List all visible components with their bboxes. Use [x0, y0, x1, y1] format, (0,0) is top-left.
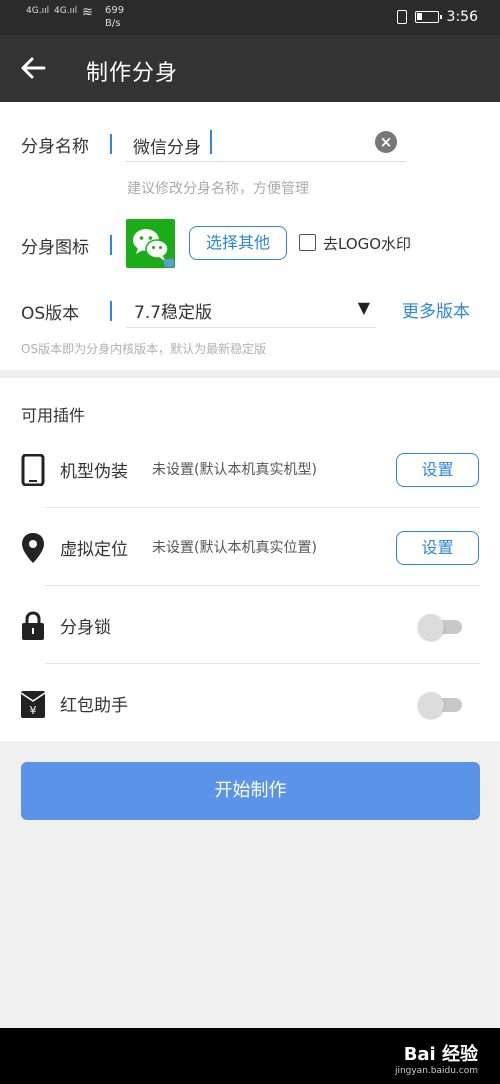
- wifi-icon: ≋: [82, 5, 93, 20]
- watermark: Bai 经验 jingyan.baidu.com: [394, 1044, 478, 1076]
- wechat-icon[interactable]: [126, 219, 175, 268]
- signal-icon: 4G.ııl: [26, 6, 50, 16]
- network-speed: 699 B/s: [105, 5, 125, 29]
- clock: 3:56: [446, 9, 478, 25]
- plugins-section: 可用插件 机型伪装 未设置(默认本机真实机型) 设置 虚拟定位 未设置(默认本机…: [0, 378, 500, 741]
- more-versions-link[interactable]: 更多版本: [402, 297, 470, 322]
- clone-lock-toggle[interactable]: [418, 614, 464, 640]
- name-hint: 建议修改分身名称，方便管理: [127, 181, 309, 197]
- arrow-left-icon: [21, 57, 46, 79]
- clone-name-input[interactable]: 微信分身 ×: [126, 124, 406, 162]
- virtual-location-settings-button[interactable]: 设置: [396, 531, 479, 565]
- battery-icon: [414, 11, 442, 23]
- phone-icon: [21, 454, 45, 486]
- clone-name-value: 微信分身: [133, 138, 201, 158]
- remove-logo-checkbox[interactable]: [299, 234, 316, 251]
- start-create-button[interactable]: 开始制作: [21, 762, 480, 820]
- plugin-desc: 未设置(默认本机真实机型): [152, 462, 317, 478]
- clear-input-button[interactable]: ×: [375, 131, 397, 153]
- plugin-row-red-envelope: ¥ 红包助手: [0, 664, 500, 742]
- plugin-row-virtual-location: 虚拟定位 未设置(默认本机真实位置) 设置: [0, 508, 500, 586]
- back-button[interactable]: [18, 53, 48, 83]
- label-divider: [110, 301, 112, 321]
- lock-icon: [22, 611, 44, 640]
- close-icon: ×: [379, 133, 393, 151]
- os-version-value: 7.7稳定版: [134, 303, 213, 323]
- location-pin-icon: [22, 533, 44, 563]
- plugin-row-device-spoof: 机型伪装 未设置(默认本机真实机型) 设置: [0, 430, 500, 508]
- icon-label: 分身图标: [21, 238, 89, 258]
- label-divider: [110, 235, 112, 255]
- title-bar: 制作分身: [0, 35, 500, 102]
- choose-other-icon-button[interactable]: 选择其他: [189, 226, 287, 260]
- status-bar: 4G.ııl 4G.ııl ≋ 699 B/s 3:56: [0, 0, 500, 35]
- plugin-name: 虚拟定位: [60, 540, 128, 560]
- plugin-name: 分身锁: [60, 618, 111, 638]
- os-version-label: OS版本: [21, 304, 80, 324]
- red-envelope-icon: ¥: [20, 691, 46, 718]
- toggle-knob: [418, 614, 444, 640]
- caret-down-icon: ▼: [357, 298, 370, 317]
- os-version-select[interactable]: 7.7稳定版 ▼: [126, 290, 376, 328]
- signal-icon-2: 4G.ııl: [54, 6, 78, 16]
- remove-logo-label: 去LOGO水印: [323, 235, 412, 253]
- os-hint: OS版本即为分身内核版本，默认为最新稳定版: [21, 342, 267, 356]
- text-cursor: [210, 130, 212, 154]
- bottom-bar: Bai 经验 jingyan.baidu.com: [0, 1028, 500, 1084]
- plugins-heading: 可用插件: [21, 406, 86, 425]
- wechat-logo-icon: [133, 229, 174, 267]
- label-divider: [110, 134, 112, 154]
- plugin-row-clone-lock: 分身锁: [0, 586, 500, 664]
- svg-text:¥: ¥: [30, 704, 37, 717]
- toggle-knob: [418, 692, 444, 718]
- device-spoof-settings-button[interactable]: 设置: [396, 453, 479, 487]
- red-envelope-toggle[interactable]: [418, 692, 464, 718]
- name-label: 分身名称: [21, 137, 89, 157]
- clone-settings-form: 分身名称 微信分身 × 建议修改分身名称，方便管理 分身图标 选择其他 去LOG…: [0, 102, 500, 370]
- plugin-name: 红包助手: [60, 696, 128, 716]
- plugin-name: 机型伪装: [60, 462, 128, 482]
- plugin-desc: 未设置(默认本机真实位置): [152, 540, 317, 556]
- page-title: 制作分身: [86, 61, 179, 86]
- vibrate-icon: [396, 10, 407, 24]
